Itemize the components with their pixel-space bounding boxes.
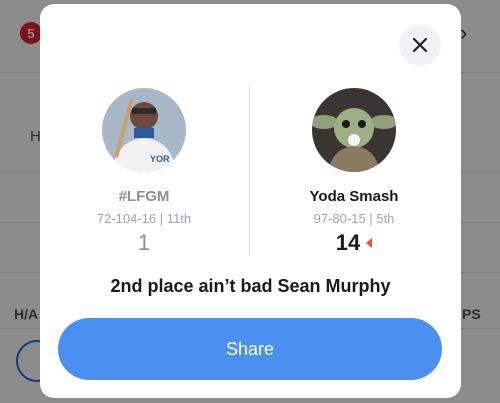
team-avatar xyxy=(312,88,396,172)
team-score: 1 xyxy=(137,230,151,255)
team-name: #LFGM xyxy=(118,188,170,205)
team-record: 97-80-15 | 5th xyxy=(313,211,395,226)
svg-text:YOR: YOR xyxy=(150,154,170,164)
share-button[interactable]: Share xyxy=(58,318,442,380)
left-team: YOR #LFGM 72-104-16 | 11th 1 xyxy=(54,88,234,256)
result-message: 2nd place ain’t bad Sean Murphy xyxy=(110,276,391,296)
team-avatar: YOR xyxy=(102,88,186,172)
right-team: Yoda Smash 97-80-15 | 5th 14 xyxy=(264,88,444,256)
close-icon xyxy=(412,37,428,53)
team-name: Yoda Smash xyxy=(309,188,399,205)
team-score: 14 xyxy=(335,230,361,255)
close-button[interactable] xyxy=(399,24,441,66)
matchup-result-modal: YOR #LFGM 72-104-16 | 11th 1 Yoda Smash … xyxy=(40,4,461,398)
winner-indicator-icon xyxy=(366,238,373,248)
team-record: 72-104-16 | 11th xyxy=(96,211,192,226)
team-divider xyxy=(249,86,250,256)
